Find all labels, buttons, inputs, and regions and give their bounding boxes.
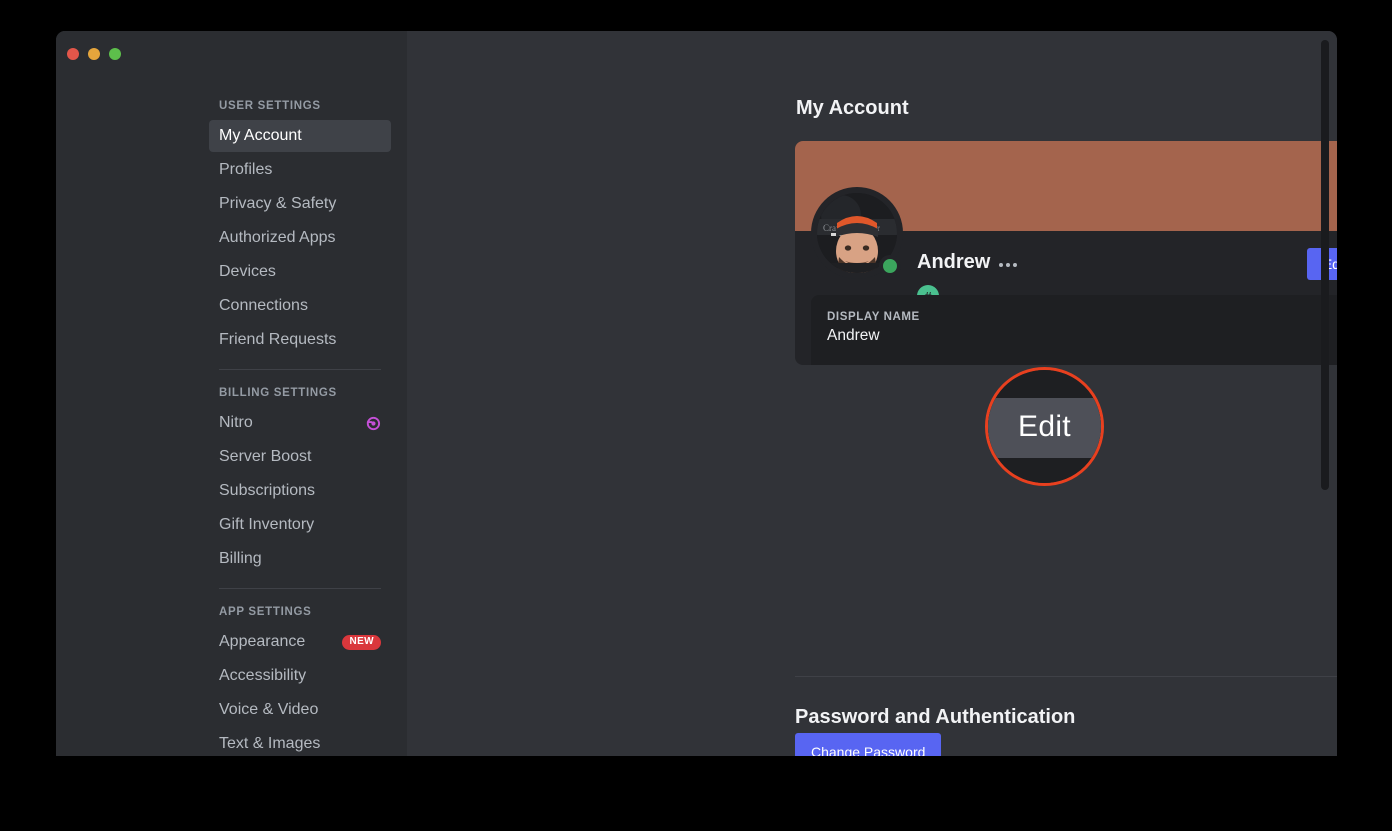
- sidebar-item-label: Appearance: [219, 633, 306, 650]
- sidebar-item-appearance[interactable]: Appearance NEW: [209, 626, 391, 658]
- content-scrollbar-track[interactable]: [1319, 31, 1333, 756]
- sidebar-item-voice-video[interactable]: Voice & Video: [209, 694, 391, 726]
- sidebar-item-authorized-apps[interactable]: Authorized Apps: [209, 222, 391, 254]
- page-title: My Account: [796, 97, 909, 119]
- sidebar-item-billing[interactable]: Billing: [209, 543, 391, 575]
- discord-settings-window: USER SETTINGS My Account Profiles Privac…: [56, 31, 1337, 756]
- sidebar-item-nitro[interactable]: Nitro: [209, 407, 391, 439]
- profile-card: Craft eer: [795, 141, 1337, 365]
- sidebar-item-label: Voice & Video: [219, 701, 319, 718]
- sidebar-item-gift-inventory[interactable]: Gift Inventory: [209, 509, 391, 541]
- sidebar-item-label: Subscriptions: [219, 482, 316, 499]
- new-badge: NEW: [342, 634, 381, 650]
- profile-body: Craft eer: [795, 187, 1337, 365]
- sidebar-item-label: Billing: [219, 550, 262, 567]
- sidebar-item-profiles[interactable]: Profiles: [209, 154, 391, 186]
- nav-section-header-billing-settings: BILLING SETTINGS: [219, 387, 337, 399]
- sidebar-item-label: Authorized Apps: [219, 229, 336, 246]
- sidebar-item-label: Gift Inventory: [219, 516, 315, 533]
- settings-content: My Account ESC: [407, 31, 1337, 756]
- sidebar-item-label: My Account: [219, 127, 302, 144]
- sidebar-item-label: Privacy & Safety: [219, 195, 337, 212]
- loupe-magnified-label: Edit: [1018, 409, 1071, 443]
- sidebar-item-label: Accessibility: [219, 667, 307, 684]
- online-status-indicator: [879, 255, 901, 277]
- maximize-window-button[interactable]: [109, 48, 121, 60]
- avatar[interactable]: Craft eer: [811, 187, 903, 279]
- sidebar-item-label: Profiles: [219, 161, 273, 178]
- nav-section-header-app-settings: APP SETTINGS: [219, 606, 312, 618]
- nav-section-header-user-settings: USER SETTINGS: [219, 100, 321, 112]
- content-scrollbar-thumb[interactable]: [1321, 40, 1329, 490]
- nav-divider: [219, 588, 381, 589]
- screenshot-root: USER SETTINGS My Account Profiles Privac…: [0, 0, 1392, 831]
- field-label: DISPLAY NAME: [827, 311, 920, 323]
- close-window-button[interactable]: [67, 48, 79, 60]
- window-traffic-lights: [67, 48, 121, 60]
- settings-nav: USER SETTINGS My Account Profiles Privac…: [209, 94, 391, 756]
- nitro-icon: [364, 415, 381, 432]
- settings-sidebar: USER SETTINGS My Account Profiles Privac…: [56, 31, 407, 756]
- minimize-window-button[interactable]: [88, 48, 100, 60]
- sidebar-item-label: Devices: [219, 263, 276, 280]
- more-horizontal-icon[interactable]: [999, 259, 1018, 267]
- sidebar-item-privacy-safety[interactable]: Privacy & Safety: [209, 188, 391, 220]
- change-password-button[interactable]: Change Password: [795, 733, 942, 756]
- sidebar-item-friend-requests[interactable]: Friend Requests: [209, 324, 391, 356]
- field-value: Andrew: [827, 327, 880, 344]
- sidebar-item-label: Friend Requests: [219, 331, 337, 348]
- nav-divider: [219, 369, 381, 370]
- sidebar-item-label: Nitro: [219, 414, 253, 431]
- sidebar-item-connections[interactable]: Connections: [209, 290, 391, 322]
- sidebar-item-label: Text & Images: [219, 735, 321, 752]
- profile-display-name: Andrew: [917, 251, 991, 273]
- sidebar-item-subscriptions[interactable]: Subscriptions: [209, 475, 391, 507]
- account-fields-panel: DISPLAY NAME Andrew Edit USERNAME brohsn…: [811, 295, 1337, 365]
- sidebar-item-label: Server Boost: [219, 448, 312, 465]
- sidebar-item-my-account[interactable]: My Account: [209, 120, 391, 152]
- sidebar-item-label: Connections: [219, 297, 308, 314]
- password-section-title: Password and Authentication: [795, 706, 1076, 728]
- sidebar-item-accessibility[interactable]: Accessibility: [209, 660, 391, 692]
- section-divider: [795, 676, 1337, 677]
- sidebar-item-devices[interactable]: Devices: [209, 256, 391, 288]
- magnifier-loupe-annotation: Edit: [985, 367, 1104, 486]
- profile-name-row: Andrew: [917, 251, 1018, 274]
- sidebar-item-text-images[interactable]: Text & Images: [209, 728, 391, 756]
- field-display-name: DISPLAY NAME Andrew Edit: [827, 311, 1337, 357]
- sidebar-item-server-boost[interactable]: Server Boost: [209, 441, 391, 473]
